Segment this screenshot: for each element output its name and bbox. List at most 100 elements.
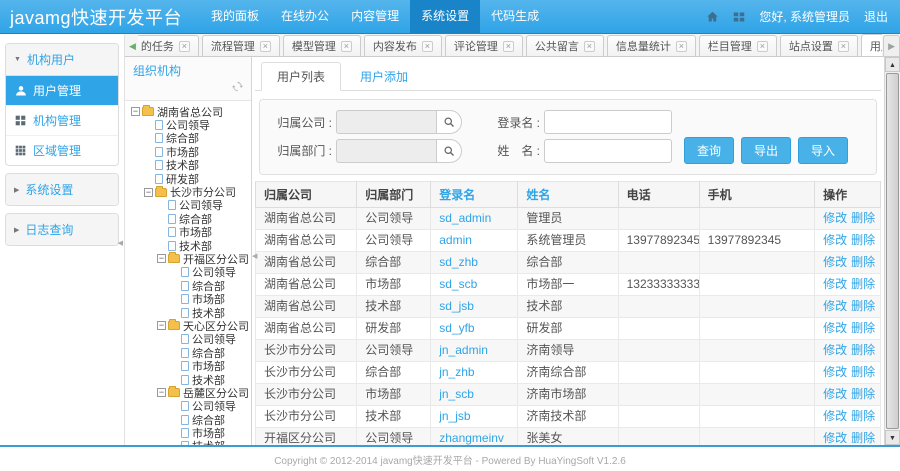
tab-close-icon[interactable]: ×: [259, 40, 271, 52]
action-修改[interactable]: 修改: [823, 255, 847, 269]
tree-leaf-综合部[interactable]: 综合部: [129, 346, 251, 360]
action-删除[interactable]: 删除: [851, 233, 875, 247]
login-link[interactable]: sd_scb: [439, 277, 477, 291]
dept-input[interactable]: [336, 138, 436, 163]
sidebar-item-机构管理[interactable]: 机构管理: [6, 106, 118, 136]
col-姓名[interactable]: 姓名: [517, 181, 619, 208]
tab-close-icon[interactable]: ×: [421, 40, 433, 52]
vertical-scrollbar[interactable]: ▲ ▼: [884, 57, 900, 445]
tab-用户管理[interactable]: 用户管理×: [860, 34, 883, 56]
tab-close-icon[interactable]: ×: [583, 40, 595, 52]
action-修改[interactable]: 修改: [823, 431, 847, 445]
sidebar-group-机构用户[interactable]: ▼ 机构用户: [6, 44, 118, 75]
query-button[interactable]: 查询: [684, 137, 735, 164]
tree-leaf-综合部[interactable]: 综合部: [129, 413, 251, 427]
tab-close-icon[interactable]: ×: [178, 40, 190, 52]
login-link[interactable]: sd_admin: [439, 211, 491, 225]
sidebar-item-用户管理[interactable]: 用户管理: [6, 76, 118, 106]
company-input[interactable]: [336, 110, 436, 134]
login-link[interactable]: sd_zhb: [439, 255, 478, 269]
tree-leaf-公司领导[interactable]: 公司领导: [129, 266, 251, 279]
action-删除[interactable]: 删除: [851, 387, 875, 401]
login-link[interactable]: jn_zhb: [439, 365, 474, 379]
tree-leaf-技术部[interactable]: 技术部: [129, 440, 251, 445]
tree-leaf-综合部[interactable]: 综合部: [129, 279, 251, 293]
action-修改[interactable]: 修改: [823, 387, 847, 401]
name-input[interactable]: [544, 138, 672, 163]
tab-公共留言[interactable]: 公共留言 ×: [525, 35, 604, 56]
tree-expander-icon[interactable]: −: [157, 321, 166, 331]
action-删除[interactable]: 删除: [851, 409, 875, 423]
sidebar-group-日志查询[interactable]: ▶ 日志查询: [6, 214, 118, 245]
scrollbar-thumb[interactable]: [886, 73, 899, 429]
refresh-icon[interactable]: [232, 81, 243, 92]
sidebar-item-区域管理[interactable]: 区域管理: [6, 136, 118, 165]
tabs-scroll-right-icon[interactable]: ▶: [883, 35, 900, 56]
login-link[interactable]: jn_admin: [439, 343, 488, 357]
tab-流程管理[interactable]: 流程管理 ×: [201, 35, 280, 56]
nav-item-内容管理[interactable]: 内容管理: [340, 0, 410, 34]
tree-leaf-市场部[interactable]: 市场部: [129, 426, 251, 440]
import-button[interactable]: 导入: [798, 137, 849, 164]
action-修改[interactable]: 修改: [823, 343, 847, 357]
tab-close-icon[interactable]: ×: [340, 40, 352, 52]
action-删除[interactable]: 删除: [851, 343, 875, 357]
tab-close-icon[interactable]: ×: [756, 40, 768, 52]
tab-user-list[interactable]: 用户列表: [261, 62, 342, 91]
tab-的任务[interactable]: 的任务 ×: [137, 35, 199, 56]
tab-close-icon[interactable]: ×: [837, 40, 849, 52]
tab-栏目管理[interactable]: 栏目管理 ×: [698, 35, 777, 56]
login-link[interactable]: jn_scb: [439, 387, 474, 401]
dept-search-button[interactable]: [436, 138, 462, 163]
tab-站点设置[interactable]: 站点设置 ×: [779, 35, 858, 56]
tab-user-add[interactable]: 用户添加: [345, 63, 423, 90]
action-删除[interactable]: 删除: [851, 299, 875, 313]
action-修改[interactable]: 修改: [823, 299, 847, 313]
action-删除[interactable]: 删除: [851, 277, 875, 291]
tree-expander-icon[interactable]: −: [157, 254, 166, 264]
nav-item-在线办公[interactable]: 在线办公: [270, 0, 340, 34]
tab-评论管理[interactable]: 评论管理 ×: [444, 35, 523, 56]
scroll-up-icon[interactable]: ▲: [885, 57, 900, 72]
tree-expander-icon[interactable]: −: [157, 388, 166, 398]
logout-link[interactable]: 退出: [864, 8, 888, 25]
login-link[interactable]: jn_jsb: [439, 409, 470, 423]
tree-leaf-公司领导[interactable]: 公司领导: [129, 400, 251, 413]
tree-leaf-市场部[interactable]: 市场部: [129, 292, 251, 306]
tree-leaf-公司领导[interactable]: 公司领导: [129, 333, 251, 346]
action-修改[interactable]: 修改: [823, 211, 847, 225]
action-修改[interactable]: 修改: [823, 321, 847, 335]
tab-close-icon[interactable]: ×: [675, 40, 687, 52]
action-修改[interactable]: 修改: [823, 409, 847, 423]
scroll-down-icon[interactable]: ▼: [885, 430, 900, 445]
nav-item-系统设置[interactable]: 系统设置: [410, 0, 481, 34]
action-删除[interactable]: 删除: [851, 431, 875, 445]
apps-icon[interactable]: [733, 11, 745, 23]
col-登录名[interactable]: 登录名: [430, 181, 519, 208]
login-input[interactable]: [544, 110, 672, 134]
tree-leaf-市场部[interactable]: 市场部: [129, 359, 251, 373]
action-删除[interactable]: 删除: [851, 365, 875, 379]
tree-expander-icon[interactable]: −: [131, 107, 140, 117]
nav-item-代码生成[interactable]: 代码生成: [480, 0, 550, 34]
tab-模型管理[interactable]: 模型管理 ×: [282, 35, 361, 56]
tab-信息量统计[interactable]: 信息量统计 ×: [606, 35, 696, 56]
action-删除[interactable]: 删除: [851, 321, 875, 335]
sidebar-group-系统设置[interactable]: ▶ 系统设置: [6, 174, 118, 205]
login-link[interactable]: sd_jsb: [439, 299, 474, 313]
nav-item-我的面板[interactable]: 我的面板: [200, 0, 270, 34]
export-button[interactable]: 导出: [741, 137, 792, 164]
tab-内容发布[interactable]: 内容发布 ×: [363, 35, 442, 56]
company-search-button[interactable]: [436, 110, 462, 134]
login-link[interactable]: sd_yfb: [439, 321, 474, 335]
home-icon[interactable]: [706, 11, 719, 23]
sidebar-collapse-handle[interactable]: ◀: [118, 239, 123, 247]
tree-collapse-handle[interactable]: ◀: [252, 252, 257, 260]
tabs-scroll-left-icon[interactable]: ◀: [127, 36, 138, 56]
action-删除[interactable]: 删除: [851, 211, 875, 225]
login-link[interactable]: zhangmeinv: [439, 431, 504, 445]
tab-close-icon[interactable]: ×: [502, 40, 514, 52]
action-修改[interactable]: 修改: [823, 233, 847, 247]
action-修改[interactable]: 修改: [823, 365, 847, 379]
tree-expander-icon[interactable]: −: [144, 187, 153, 197]
